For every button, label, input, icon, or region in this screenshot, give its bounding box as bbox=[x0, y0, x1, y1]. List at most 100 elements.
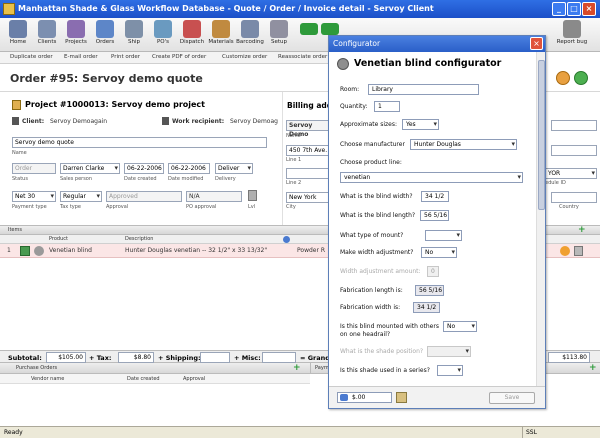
toolbar-button-barcoding[interactable]: Barcoding bbox=[236, 20, 264, 45]
payment-label: Payment type bbox=[12, 204, 47, 210]
date-created-field[interactable]: 06-22-2006 bbox=[124, 163, 164, 174]
bug-icon bbox=[563, 20, 581, 38]
done-icon[interactable] bbox=[574, 71, 588, 85]
schedule-select[interactable]: YOR bbox=[545, 168, 597, 179]
dialog-titlebar[interactable]: Configurator × bbox=[329, 36, 545, 52]
billing-extra-field-1[interactable] bbox=[551, 120, 597, 131]
add-item-icon[interactable]: + bbox=[578, 226, 586, 235]
col-description[interactable]: Description bbox=[125, 236, 153, 242]
info-icon[interactable] bbox=[283, 236, 290, 243]
po-approval-field[interactable]: N/A bbox=[186, 191, 242, 202]
toolbar-button-ship[interactable]: Ship bbox=[120, 20, 148, 45]
toolbar-button-label: Materials bbox=[208, 39, 234, 45]
product-line-select[interactable]: venetian bbox=[340, 172, 523, 183]
action-e-mail-order[interactable]: E-mail order bbox=[64, 54, 98, 60]
recipient-name[interactable]: Servoy Demoag bbox=[230, 118, 278, 125]
shipping-label: + Shipping: bbox=[158, 354, 201, 362]
quantity-field[interactable]: 1 bbox=[374, 101, 400, 112]
grand-total-field: $113.80 bbox=[548, 352, 590, 363]
shade-position-label: What is the shade position? bbox=[340, 348, 424, 355]
manufacturer-select[interactable]: Hunter Douglas bbox=[410, 139, 517, 150]
dialog-body: Venetian blind configurator Room: Librar… bbox=[329, 52, 545, 386]
misc-field[interactable] bbox=[262, 352, 296, 363]
length-field[interactable]: 56 5/16 bbox=[420, 210, 449, 221]
col-vendor[interactable]: Vendor name bbox=[31, 376, 64, 382]
forward-arrow-icon[interactable] bbox=[321, 23, 339, 35]
scrollbar-thumb[interactable] bbox=[538, 60, 545, 210]
client-name[interactable]: Servoy Demoagain bbox=[50, 118, 107, 125]
fab-length-label: Fabrication length is: bbox=[340, 287, 403, 294]
delete-item-icon[interactable] bbox=[574, 246, 583, 256]
delivery-label: Delivery bbox=[215, 176, 236, 182]
col-product[interactable]: Product bbox=[49, 236, 68, 242]
price-icon bbox=[340, 394, 348, 401]
billing-extra-field-2[interactable] bbox=[551, 145, 597, 156]
width-amount-field[interactable]: 0 bbox=[427, 266, 439, 277]
add-payment-icon[interactable]: + bbox=[589, 363, 597, 373]
dialog-close-button[interactable]: × bbox=[530, 37, 543, 50]
toolbar-button-projects[interactable]: Projects bbox=[62, 20, 90, 45]
toolbar-button-label: Setup bbox=[270, 39, 287, 45]
barcoding-icon bbox=[241, 20, 259, 38]
country-field[interactable] bbox=[551, 192, 597, 203]
shipping-field[interactable] bbox=[200, 352, 230, 363]
room-field[interactable]: Library bbox=[368, 84, 479, 95]
mounted-select[interactable]: No bbox=[443, 321, 477, 332]
close-button[interactable]: × bbox=[582, 2, 596, 16]
col-po-date[interactable]: Date created bbox=[127, 376, 160, 382]
approx-select[interactable]: Yes bbox=[402, 119, 439, 130]
action-reassociate-order[interactable]: Reassociate order bbox=[278, 54, 327, 60]
billing-name-label: Name bbox=[286, 133, 301, 139]
mounted-label-line2: on one headrail? bbox=[340, 331, 391, 338]
payments-label: Paym bbox=[315, 365, 329, 371]
billing-line2-field[interactable] bbox=[286, 168, 331, 179]
toolbar-button-materials[interactable]: Materials bbox=[207, 20, 235, 45]
date-modified-field[interactable]: 06-22-2006 bbox=[168, 163, 210, 174]
back-arrow-icon[interactable] bbox=[300, 23, 318, 35]
purchase-orders-label: Purchase Orders bbox=[16, 365, 58, 371]
mount-select[interactable] bbox=[425, 230, 462, 241]
payment-select[interactable]: Net 30 bbox=[12, 191, 56, 202]
toolbar-button-orders[interactable]: Orders bbox=[91, 20, 119, 45]
action-create-pdf-of-order[interactable]: Create PDF of order bbox=[152, 54, 206, 60]
toolbar-button-pos[interactable]: PO's bbox=[149, 20, 177, 45]
toolbar-button-clients[interactable]: Clients bbox=[33, 20, 61, 45]
save-button[interactable]: Save bbox=[489, 392, 535, 404]
status-field[interactable]: Order bbox=[12, 163, 56, 174]
po-header: Vendor name Date created Approval bbox=[0, 374, 310, 384]
action-customize-order[interactable]: Customize order bbox=[222, 54, 267, 60]
configure-gear-icon[interactable] bbox=[34, 246, 44, 256]
edit-icon[interactable] bbox=[556, 71, 570, 85]
calculator-icon[interactable] bbox=[396, 392, 407, 403]
date-created-label: Date created bbox=[124, 176, 157, 182]
toolbar-button-setup[interactable]: Setup bbox=[265, 20, 293, 45]
report-bug-label: Report bug bbox=[556, 39, 588, 45]
row-number: 1 bbox=[7, 247, 11, 254]
item-warning-icon[interactable] bbox=[560, 246, 570, 256]
toolbar-button-dispatch[interactable]: Dispatch bbox=[178, 20, 206, 45]
shade-position-select[interactable] bbox=[427, 346, 471, 357]
action-duplicate-order[interactable]: Duplicate order bbox=[10, 54, 53, 60]
toolbar-button-home[interactable]: Home bbox=[4, 20, 32, 45]
series-select[interactable] bbox=[437, 365, 463, 376]
lock-icon[interactable] bbox=[248, 190, 257, 201]
approval-field[interactable]: Approved bbox=[106, 191, 182, 202]
action-print-order[interactable]: Print order bbox=[111, 54, 140, 60]
delivery-select[interactable]: Deliver bbox=[215, 163, 253, 174]
minimize-button[interactable]: _ bbox=[552, 2, 566, 16]
salesperson-select[interactable]: Darren Clarke bbox=[60, 163, 120, 174]
billing-company-field[interactable]: Servoy Demo bbox=[286, 120, 331, 138]
billing-city-field[interactable]: New York bbox=[286, 192, 331, 203]
width-adj-select[interactable]: No bbox=[421, 247, 457, 258]
tax-select[interactable]: Regular bbox=[60, 191, 102, 202]
maximize-button[interactable]: □ bbox=[567, 2, 581, 16]
dialog-scrollbar[interactable] bbox=[536, 52, 545, 386]
add-po-icon[interactable]: + bbox=[293, 363, 301, 373]
item-type-icon[interactable] bbox=[20, 246, 30, 256]
order-name-field[interactable]: Servoy demo quote bbox=[12, 137, 267, 148]
report-bug-button[interactable]: Report bug bbox=[552, 20, 592, 45]
width-field[interactable]: 34 1/2 bbox=[421, 191, 449, 202]
billing-line1-field[interactable]: 450 7th Ave. bbox=[286, 145, 331, 156]
dialog-heading: Venetian blind configurator bbox=[354, 58, 502, 69]
col-po-approval[interactable]: Approval bbox=[183, 376, 205, 382]
